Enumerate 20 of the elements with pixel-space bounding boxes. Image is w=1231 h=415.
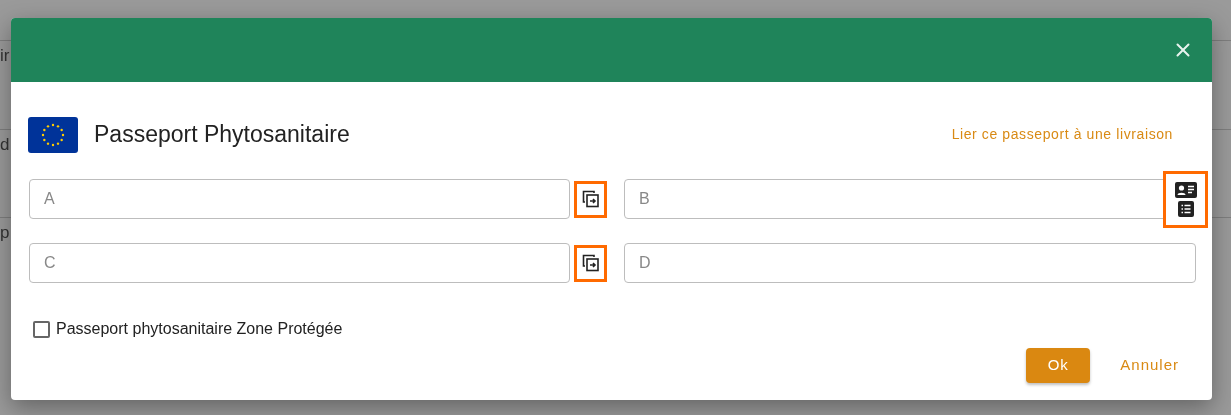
link-delivery-link[interactable]: Lier ce passeport à une livraison bbox=[951, 124, 1173, 145]
background-text: d bbox=[0, 134, 10, 154]
text-field[interactable]: A bbox=[29, 179, 570, 219]
checkbox-label: Passeport phytosanitaire Zone Protégée bbox=[56, 319, 343, 339]
copy-icon bbox=[580, 253, 601, 273]
cancel-button[interactable]: Annuler bbox=[1120, 354, 1179, 377]
checkbox[interactable] bbox=[33, 320, 50, 338]
ok-button[interactable]: Ok bbox=[1026, 348, 1091, 383]
contact-card-icon bbox=[1174, 182, 1197, 198]
copy-button[interactable] bbox=[574, 244, 607, 282]
dialog-title: Passeport Phytosanitaire bbox=[94, 120, 350, 150]
text-field[interactable]: D bbox=[624, 243, 1196, 283]
copy-button[interactable] bbox=[574, 180, 607, 218]
flag-icon bbox=[28, 116, 78, 153]
background-text: ir bbox=[0, 46, 10, 65]
background-text: p bbox=[0, 223, 10, 242]
list-icon bbox=[1177, 201, 1194, 217]
lookup-button[interactable] bbox=[1163, 171, 1208, 228]
copy-icon bbox=[580, 189, 601, 209]
text-field[interactable]: C bbox=[29, 243, 570, 283]
